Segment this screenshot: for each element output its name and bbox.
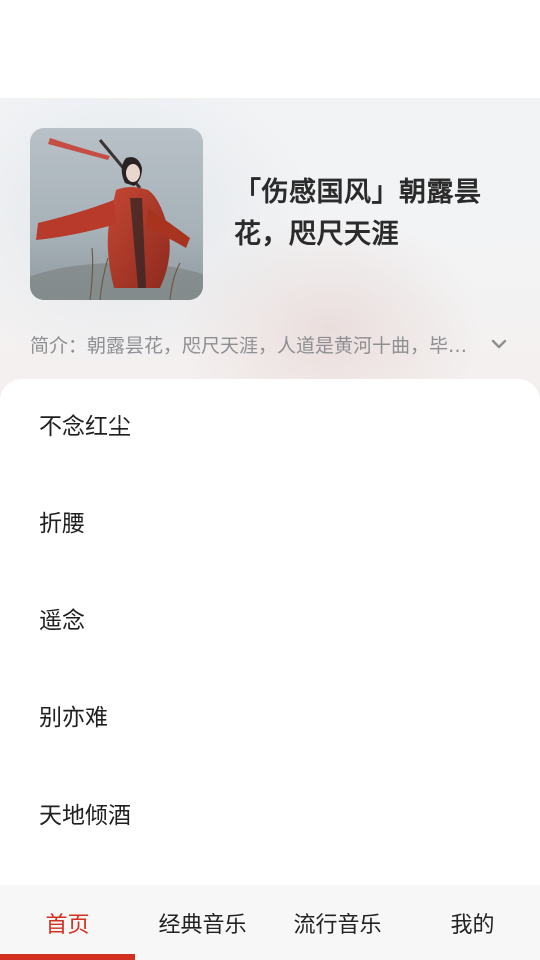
album-intro-text: 简介：朝露昙花，咫尺天涯，人道是黄河十曲，毕… <box>30 334 468 357</box>
chevron-down-icon[interactable] <box>488 333 510 355</box>
album-intro[interactable]: 简介：朝露昙花，咫尺天涯，人道是黄河十曲，毕… <box>30 330 510 358</box>
song-title: 遥念 <box>39 608 85 634</box>
tab-pop-music[interactable]: 流行音乐 <box>270 885 405 960</box>
song-item[interactable]: 折腰 <box>0 476 540 566</box>
tab-mine[interactable]: 我的 <box>405 885 540 960</box>
song-title: 天地倾酒 <box>39 803 131 829</box>
tab-label: 流行音乐 <box>293 912 382 938</box>
song-item[interactable]: 别亦难 <box>0 670 540 760</box>
album-title: 「伤感国风」朝露昙花，咫尺天涯 <box>234 177 482 250</box>
song-item[interactable]: 不念红尘 <box>0 379 540 469</box>
tab-label: 经典音乐 <box>158 912 247 938</box>
song-title: 别亦难 <box>39 705 108 731</box>
active-tab-indicator <box>0 954 135 960</box>
song-item[interactable]: 遥念 <box>0 573 540 663</box>
tab-label: 首页 <box>45 912 90 938</box>
app-screen: 「伤感国风」朝露昙花，咫尺天涯 简介：朝露昙花，咫尺天涯，人道是黄河十曲，毕… … <box>0 0 540 960</box>
tab-home[interactable]: 首页 <box>0 885 135 960</box>
song-item[interactable]: 天地倾酒 <box>0 768 540 858</box>
tab-classic-music[interactable]: 经典音乐 <box>135 885 270 960</box>
song-title: 折腰 <box>39 511 85 537</box>
song-title: 不念红尘 <box>39 414 131 440</box>
album-cover-image[interactable] <box>30 128 203 300</box>
tab-label: 我的 <box>450 912 495 938</box>
bottom-tab-bar: 首页 经典音乐 流行音乐 我的 <box>0 885 540 960</box>
album-header: 「伤感国风」朝露昙花，咫尺天涯 简介：朝露昙花，咫尺天涯，人道是黄河十曲，毕… <box>0 98 540 398</box>
song-list: 不念红尘 折腰 遥念 别亦难 天地倾酒 <box>0 379 540 885</box>
status-area <box>0 0 540 98</box>
